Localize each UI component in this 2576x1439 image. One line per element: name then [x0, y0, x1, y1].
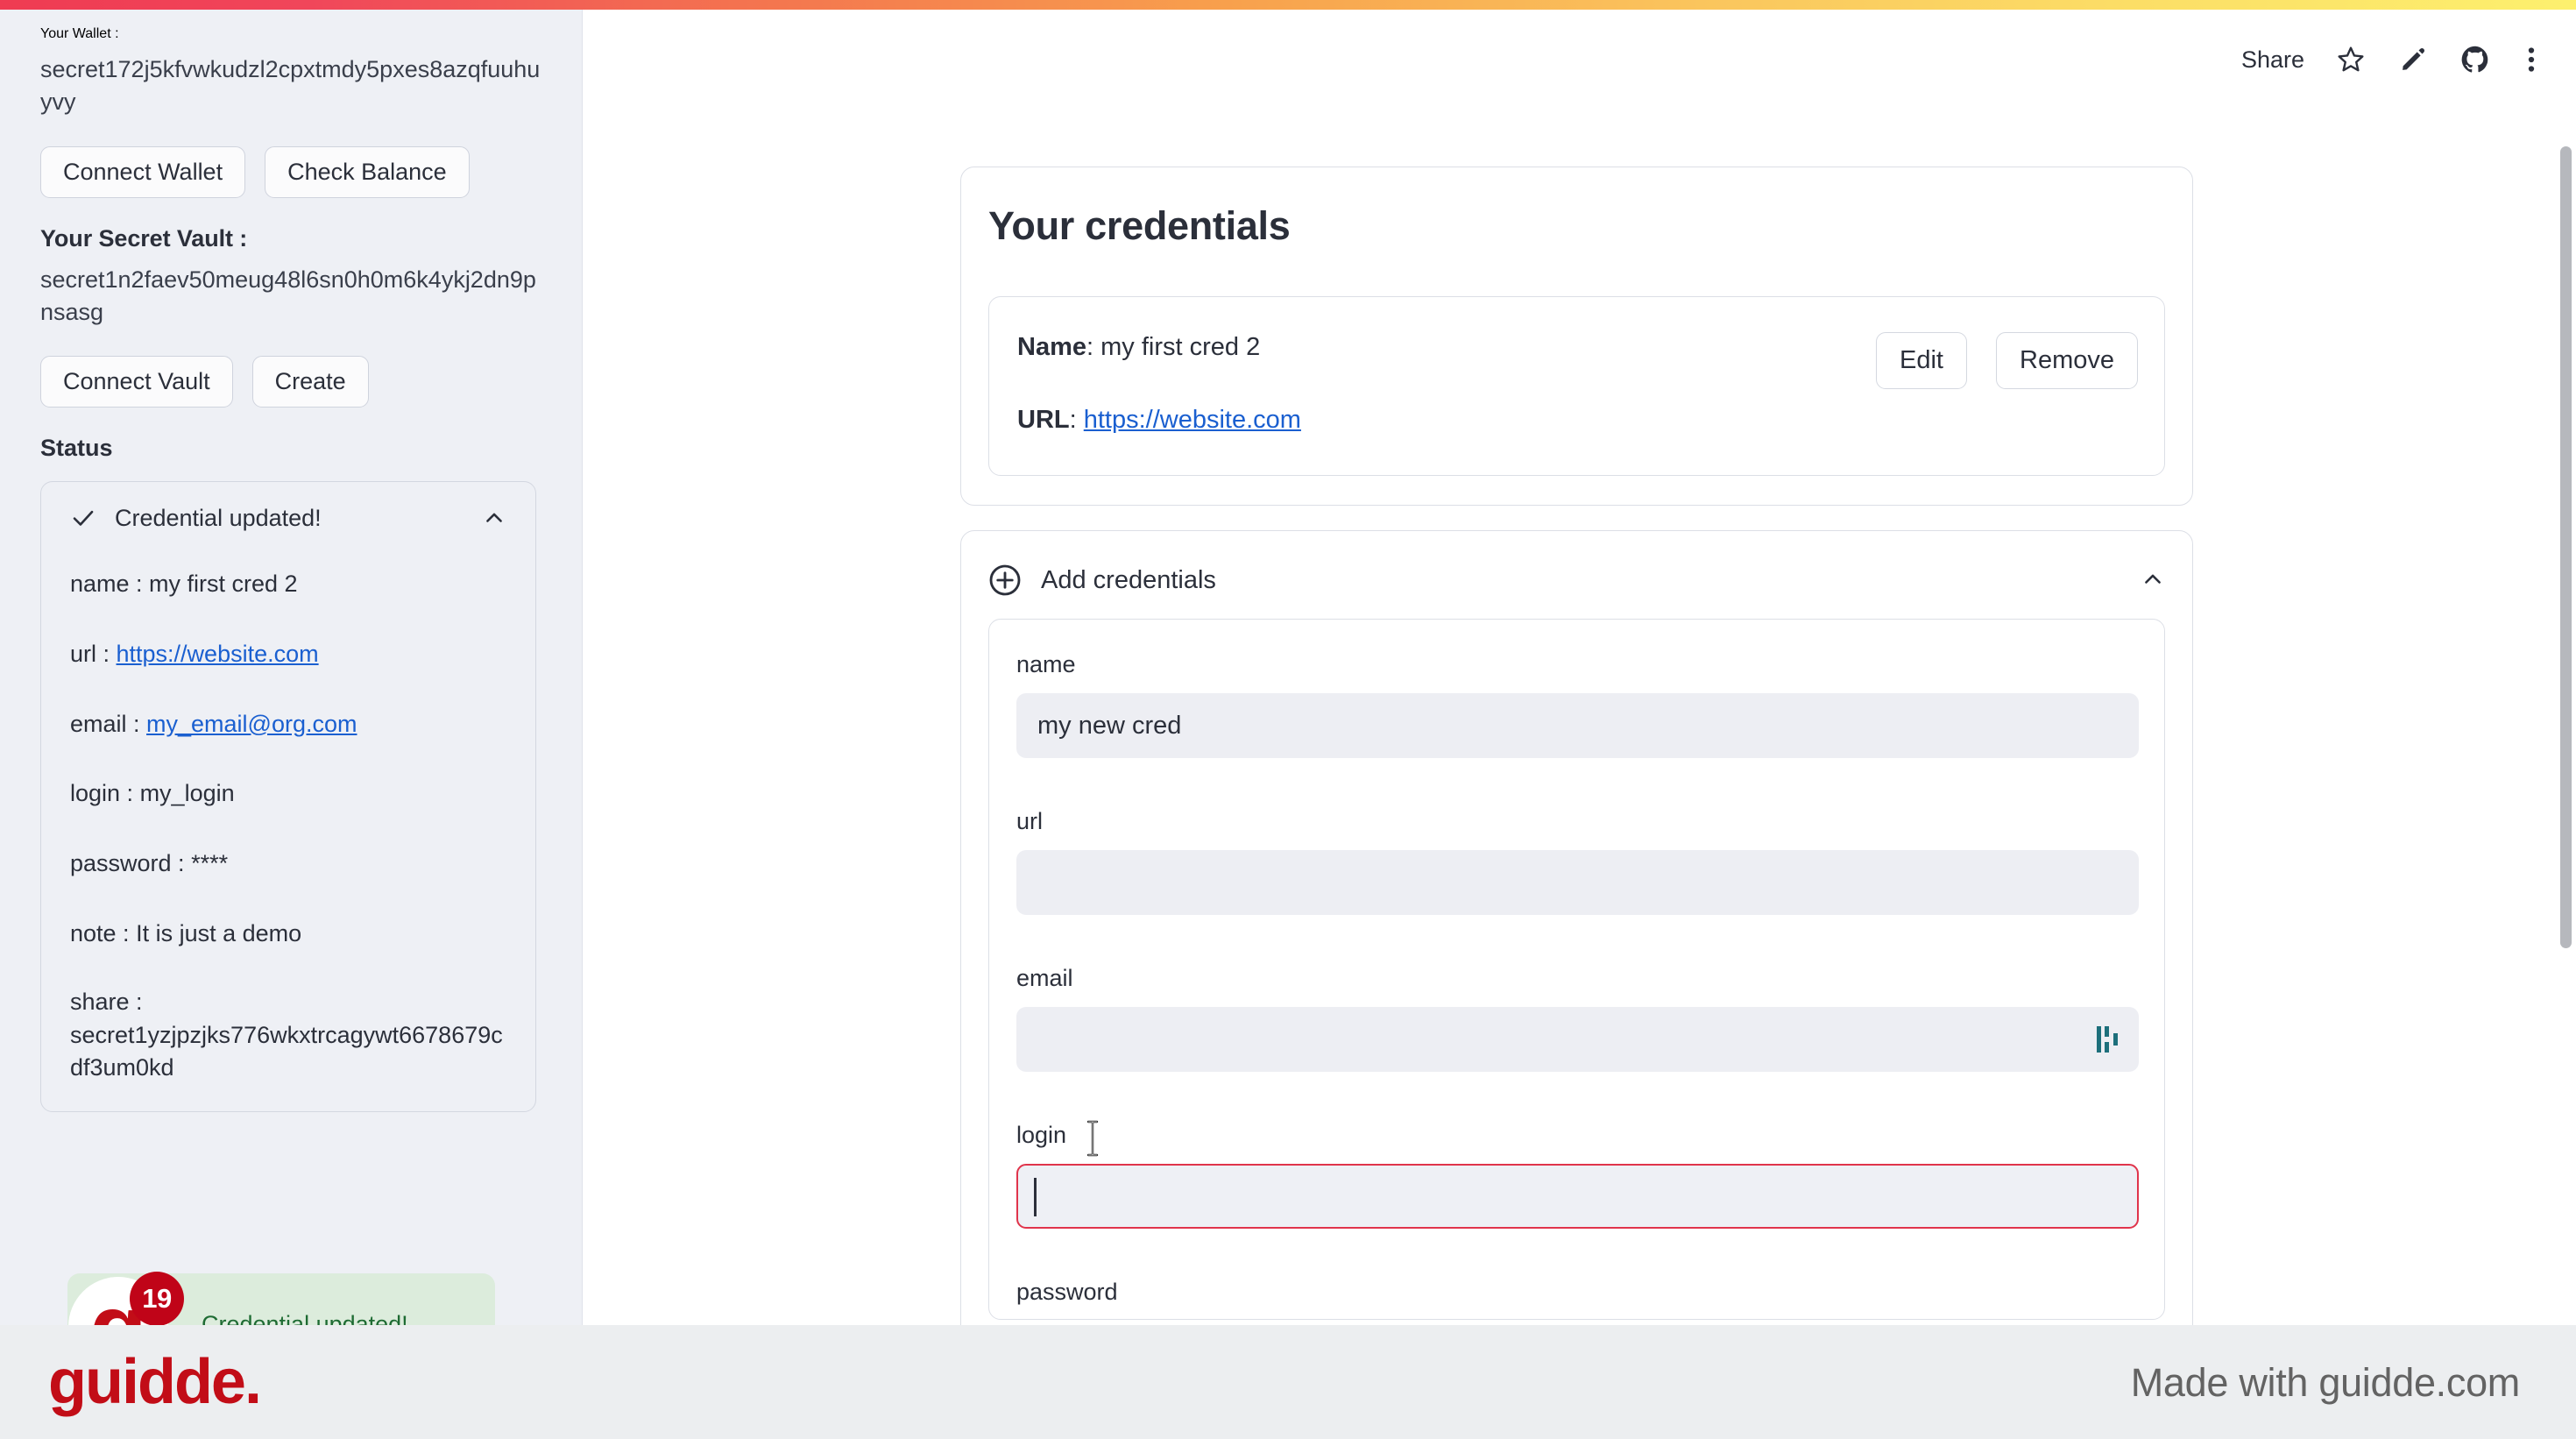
- github-icon[interactable]: [2459, 44, 2491, 75]
- top-gradient-strip: [0, 0, 2576, 10]
- status-row-email: email : my_email@org.com: [70, 708, 506, 741]
- credential-url-colon: :: [1069, 406, 1084, 434]
- chevron-up-icon[interactable]: [482, 506, 506, 530]
- remove-button[interactable]: Remove: [1996, 332, 2138, 389]
- wallet-address: secret172j5kfvwkudzl2cpxtmdy5pxes8azqfuu…: [40, 56, 541, 116]
- status-row-password-value: ****: [191, 850, 229, 877]
- toast-text: Credential updated!: [202, 1311, 408, 1325]
- credential-name-key: Name: [1017, 333, 1086, 361]
- edit-button[interactable]: Edit: [1876, 332, 1967, 389]
- vertical-scrollbar[interactable]: [2557, 19, 2576, 1325]
- main-content: Share Your credentials Name: my first cr…: [584, 10, 2576, 1325]
- field-login-label: login: [1016, 1122, 1067, 1148]
- status-row-password-key: password :: [70, 850, 192, 877]
- status-row-login-key: login :: [70, 780, 140, 807]
- status-card-title: Credential updated!: [115, 504, 322, 531]
- name-input[interactable]: my new cred: [1016, 693, 2139, 758]
- status-card: Credential updated! name : my first cred…: [40, 481, 536, 1113]
- plus-circle-icon: [989, 564, 1021, 596]
- made-with-guidde-text: Made with guidde.com: [2130, 1359, 2521, 1405]
- share-button[interactable]: Share: [2241, 47, 2304, 72]
- status-row-url-key: url :: [70, 640, 117, 667]
- vault-address: secret1n2faev50meug48l6sn0h0m6k4ykj2dn9p…: [40, 266, 536, 325]
- field-password-label: password: [1016, 1279, 1118, 1305]
- status-label: Status: [40, 435, 113, 462]
- name-input-value: my new cred: [1037, 711, 1182, 740]
- status-row-name: name : my first cred 2: [70, 568, 506, 601]
- status-row-note-key: note :: [70, 920, 137, 947]
- star-icon[interactable]: [2335, 44, 2367, 75]
- field-url: url: [1016, 810, 2139, 915]
- field-password: password: [1016, 1279, 2139, 1319]
- status-row-share-key: share :: [70, 988, 143, 1015]
- credential-url-link[interactable]: https://website.com: [1084, 406, 1301, 434]
- status-row-url-link[interactable]: https://website.com: [117, 641, 319, 667]
- field-name: name my new cred: [1016, 653, 2139, 758]
- guidde-footer-banner: guidde. Made with guidde.com: [0, 1325, 2576, 1439]
- app-screenshot: Your Wallet : secret172j5kfvwkudzl2cpxtm…: [0, 0, 2576, 1439]
- check-balance-button[interactable]: Check Balance: [265, 145, 470, 198]
- check-icon: [73, 510, 94, 526]
- wallet-heading: Your Wallet :: [40, 26, 119, 41]
- status-row-share: share : secret1yzjpzjks776wkxtrcagywt667…: [70, 986, 506, 1085]
- url-input[interactable]: [1016, 850, 2139, 915]
- credential-row: Name: my first cred 2 URL: https://websi…: [988, 296, 2165, 476]
- credential-url-key: URL: [1017, 406, 1070, 434]
- top-toolbar: Share: [2241, 39, 2541, 81]
- add-credentials-label: Add credentials: [1041, 565, 1216, 594]
- status-row-note: note : It is just a demo: [70, 918, 506, 951]
- status-card-header[interactable]: Credential updated!: [70, 505, 506, 531]
- chevron-up-icon[interactable]: [2141, 567, 2165, 592]
- scrollbar-thumb[interactable]: [2560, 146, 2572, 948]
- email-input[interactable]: [1016, 1007, 2139, 1072]
- status-row-email-link[interactable]: my_email@org.com: [146, 711, 357, 737]
- add-credentials-form: name my new cred url email login passwor…: [988, 619, 2165, 1320]
- status-row-name-value: my first cred 2: [149, 571, 298, 598]
- app-window: Your Wallet : secret172j5kfvwkudzl2cpxtm…: [0, 0, 2576, 1325]
- connect-vault-button[interactable]: Connect Vault: [40, 356, 233, 408]
- credential-actions: Edit Remove: [1876, 332, 2138, 389]
- vault-button-row: Connect Vault Create: [40, 356, 541, 408]
- credential-url: URL: https://website.com: [1017, 408, 1301, 433]
- status-row-email-key: email :: [70, 710, 147, 737]
- notification-count-badge: 19: [130, 1272, 184, 1325]
- status-row-note-value: It is just a demo: [136, 920, 302, 947]
- vault-heading: Your Secret Vault :: [40, 224, 248, 252]
- add-credentials-header[interactable]: Add credentials: [988, 560, 2165, 600]
- pencil-icon[interactable]: [2397, 44, 2429, 75]
- guidde-logo: guidde.: [48, 1347, 262, 1417]
- connect-wallet-button[interactable]: Connect Wallet: [40, 145, 246, 198]
- text-caret: [1034, 1178, 1037, 1216]
- login-input[interactable]: [1016, 1164, 2139, 1229]
- status-row-url: url : https://website.com: [70, 638, 506, 671]
- add-credentials-card: Add credentials name my new cred url ema…: [960, 530, 2193, 1325]
- credential-name-value: my first cred 2: [1100, 333, 1261, 361]
- status-row-login-value: my_login: [139, 780, 235, 807]
- status-row-share-value: secret1yzjpzjks776wkxtrcagywt6678679cdf3…: [70, 1021, 503, 1081]
- page-title: Your credentials: [988, 203, 1291, 248]
- kebab-menu-icon[interactable]: [2522, 44, 2541, 75]
- field-email: email: [1016, 967, 2139, 1072]
- field-name-label: name: [1016, 651, 1076, 677]
- password-manager-icon[interactable]: [2095, 1024, 2121, 1054]
- your-credentials-card: Your credentials Name: my first cred 2 U…: [960, 167, 2193, 506]
- sidebar: Your Wallet : secret172j5kfvwkudzl2cpxtm…: [0, 10, 583, 1325]
- create-button[interactable]: Create: [251, 356, 369, 408]
- wallet-button-row: Connect Wallet Check Balance: [40, 145, 541, 198]
- status-row-login: login : my_login: [70, 777, 506, 811]
- field-login: login: [1016, 1124, 2139, 1229]
- field-url-label: url: [1016, 808, 1044, 834]
- credential-name: Name: my first cred 2: [1017, 335, 1260, 360]
- status-row-name-key: name :: [70, 571, 150, 598]
- credential-name-colon: :: [1086, 333, 1101, 361]
- field-email-label: email: [1016, 965, 1073, 991]
- status-row-password: password : ****: [70, 847, 506, 881]
